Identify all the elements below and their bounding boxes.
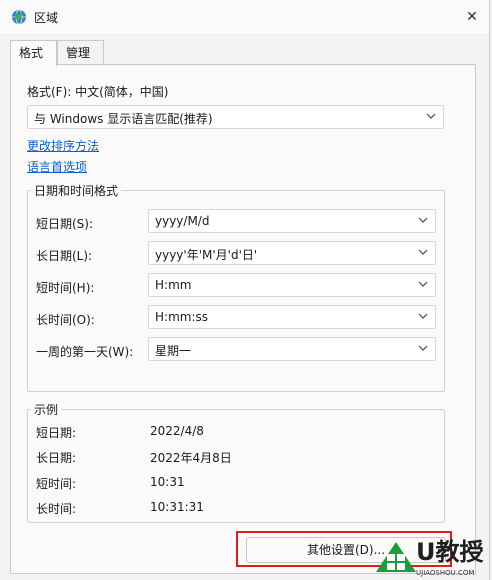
short-time-label: 短时间(H):	[36, 281, 95, 295]
format-label: 格式(F): 中文(简体，中国)	[27, 85, 169, 99]
example-group-title: 示例	[31, 401, 62, 418]
chevron-down-icon	[418, 281, 428, 287]
tab-admin[interactable]: 管理	[57, 40, 104, 66]
format-select-value: 与 Windows 显示语言匹配(推荐)	[34, 112, 213, 126]
example-group: 示例 短日期: 2022/4/8 长日期: 2022年4月8日 短时间: 10:…	[27, 401, 445, 523]
close-icon: ✕	[466, 9, 478, 25]
example-long-time-label: 长时间:	[36, 502, 77, 516]
long-date-label: 长日期(L):	[36, 249, 93, 263]
short-date-label: 短日期(S):	[36, 217, 94, 231]
long-time-value: H:mm:ss	[155, 310, 208, 324]
first-day-value: 星期一	[155, 344, 192, 358]
long-time-label: 长时间(O):	[36, 313, 95, 327]
example-long-time-value: 10:31:31	[150, 500, 204, 514]
chevron-down-icon	[418, 217, 428, 223]
watermark-brand: U教授	[416, 538, 484, 566]
short-date-select[interactable]: yyyy/M/d	[148, 209, 436, 233]
window-title: 区域	[34, 11, 59, 25]
language-preferences-link[interactable]: 语言首选项	[27, 158, 87, 175]
format-select[interactable]: 与 Windows 显示语言匹配(推荐)	[27, 105, 444, 129]
example-short-time-label: 短时间:	[36, 477, 77, 491]
tab-format[interactable]: 格式	[10, 40, 57, 67]
format-panel: 格式(F): 中文(简体，中国) 与 Windows 显示语言匹配(推荐) 更改…	[10, 64, 476, 574]
watermark-logo: U教授 UJIAOSHOU.COM	[376, 538, 484, 577]
datetime-group-title: 日期和时间格式	[31, 182, 122, 199]
short-date-value: yyyy/M/d	[155, 214, 210, 228]
example-long-date-label: 长日期:	[36, 451, 77, 465]
title-bar: 区域 ✕	[0, 0, 489, 34]
chevron-down-icon	[418, 313, 428, 319]
close-button[interactable]: ✕	[455, 2, 489, 32]
short-time-select[interactable]: H:mm	[148, 273, 436, 297]
short-time-value: H:mm	[155, 278, 192, 292]
long-date-select[interactable]: yyyy'年'M'月'd'日'	[148, 241, 436, 265]
chevron-down-icon	[418, 249, 428, 255]
long-date-value: yyyy'年'M'月'd'日'	[155, 248, 258, 262]
chevron-down-icon	[418, 345, 428, 351]
windows-logo-icon	[376, 542, 416, 572]
globe-icon	[12, 9, 26, 25]
long-time-select[interactable]: H:mm:ss	[148, 305, 436, 329]
example-short-date-label: 短日期:	[36, 426, 77, 440]
example-long-date-value: 2022年4月8日	[150, 451, 232, 465]
watermark-url: UJIAOSHOU.COM	[416, 569, 474, 577]
chevron-down-icon	[426, 113, 436, 119]
example-short-time-value: 10:31	[150, 475, 185, 489]
first-day-select[interactable]: 星期一	[148, 337, 436, 361]
region-dialog: 区域 ✕ 格式 管理 格式(F): 中文(简体，中国) 与 Windows 显示…	[0, 0, 490, 580]
example-short-date-value: 2022/4/8	[150, 424, 204, 438]
first-day-label: 一周的第一天(W):	[36, 345, 134, 359]
datetime-format-group: 日期和时间格式 短日期(S): yyyy/M/d 长日期(L): yyyy'年'…	[27, 182, 445, 392]
change-sort-link[interactable]: 更改排序方法	[27, 137, 99, 154]
